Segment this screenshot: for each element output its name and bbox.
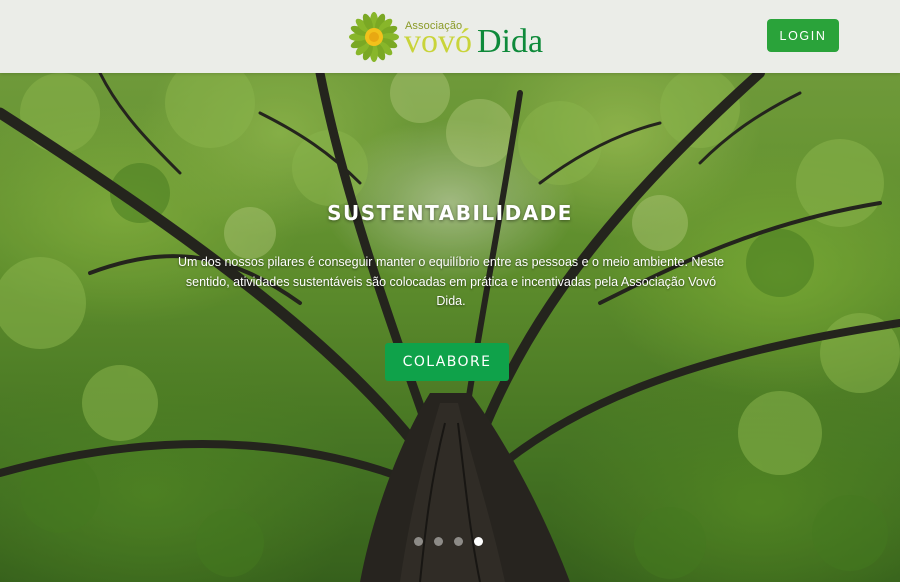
carousel-dot-3[interactable] — [454, 537, 463, 546]
hero-description: Um dos nossos pilares é conseguir manter… — [177, 255, 725, 308]
colabore-button[interactable]: COLABORE — [385, 343, 509, 381]
carousel-dot-1[interactable] — [414, 537, 423, 546]
carousel-dot-4[interactable] — [474, 537, 483, 546]
logo-name-dida: Dida — [477, 23, 544, 60]
flower-logo-icon — [349, 12, 399, 62]
login-button[interactable]: LOGIN — [767, 19, 839, 52]
carousel-dot-2[interactable] — [434, 537, 443, 546]
carousel-indicators — [414, 537, 483, 547]
logo[interactable]: Associação vovó Dida — [348, 10, 558, 66]
hero-title: SUSTENTABILIDADE — [327, 201, 573, 225]
hero-overlay — [0, 73, 900, 582]
hero-carousel: SUSTENTABILIDADE Um dos nossos pilares é… — [0, 73, 900, 582]
logo-name-vovo: vovó — [404, 23, 472, 60]
site-header: Associação vovó Dida LOGIN — [0, 0, 900, 73]
